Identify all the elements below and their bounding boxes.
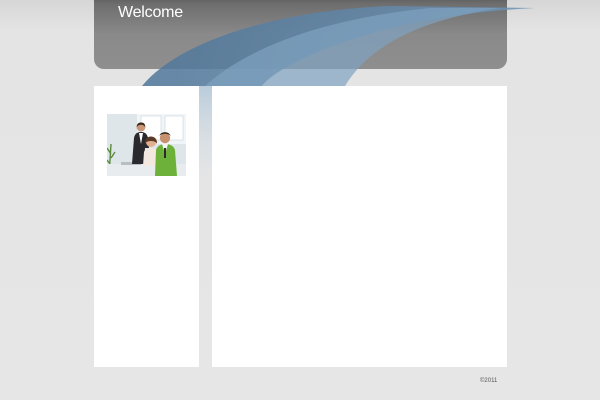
page: Welcome ©2011: [0, 0, 600, 400]
page-title: Welcome: [118, 4, 183, 21]
team-photo-image: [107, 114, 186, 176]
main-content-panel: [212, 86, 507, 367]
footer-copyright: ©2011: [480, 378, 498, 384]
sidebar-panel: [94, 86, 199, 367]
